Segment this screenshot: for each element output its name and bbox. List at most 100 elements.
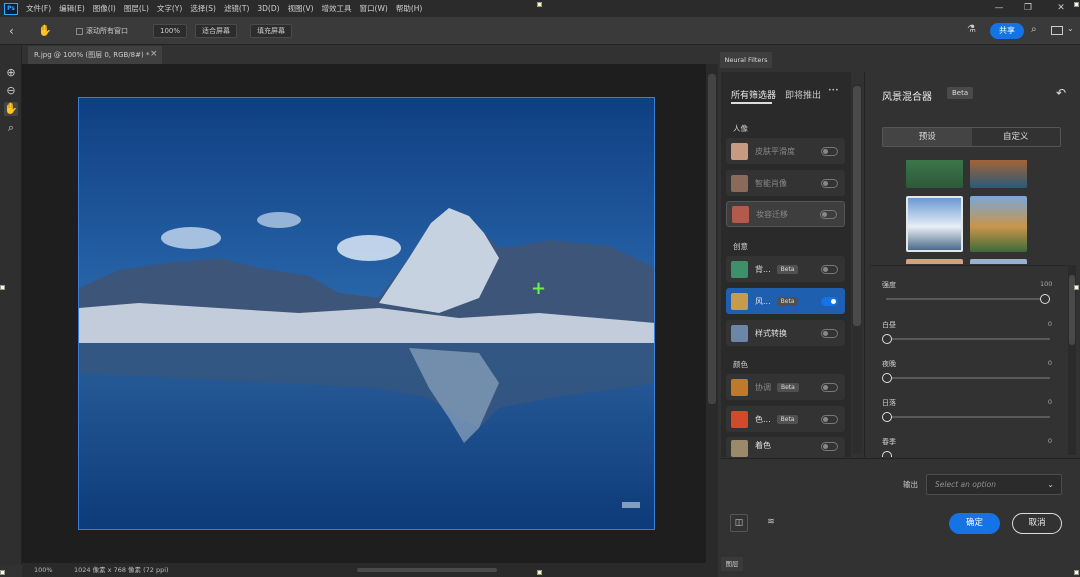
menu-help[interactable]: 帮助(H) [396,3,423,14]
preset-thumb[interactable] [970,196,1027,252]
layers-panel-tab[interactable]: 图层 [721,557,743,571]
color-thumb-icon [731,410,748,428]
filter-makeup-transfer[interactable]: 妆容迁移 [726,201,845,227]
landscape-photo[interactable] [78,97,655,530]
filter-smart-portrait[interactable]: 智能肖像 [726,170,845,196]
slider-knob-strength[interactable] [1040,294,1050,304]
toggle-color-transfer[interactable] [821,414,838,424]
chevron-down-icon[interactable]: ⌄ [1067,24,1077,36]
minimize-button[interactable]: — [992,2,1006,14]
layers-stack-icon[interactable]: ≋ [762,514,780,532]
document-title: R.jpg @ 100% (图层 0, RGB/8#) * [34,51,150,59]
preset-thumb[interactable] [906,160,963,188]
slider-knob-day[interactable] [882,334,892,344]
beta-badge: Beta [776,264,799,274]
preset-thumb[interactable] [906,259,963,264]
document-info: 1024 像素 x 768 像素 (72 ppi) [74,566,169,574]
filter-style-transfer[interactable]: 样式转换 [726,320,845,346]
slider-track-strength[interactable] [886,298,1050,300]
toggle-harmonization[interactable] [821,382,838,392]
slider-track-night[interactable] [886,377,1050,379]
menu-plugins[interactable]: 增效工具 [322,3,352,14]
tab-all-filters[interactable]: 所有筛选器 [731,88,776,101]
fit-screen-button[interactable]: 适合屏幕 [195,24,237,38]
hand-tool-icon: ✋ [38,24,52,37]
menu-3d[interactable]: 3D(D) [257,4,279,13]
toggle-backdrop[interactable] [821,264,838,274]
slider-knob-night[interactable] [882,373,892,383]
filter-backdrop[interactable]: 背... Beta [726,256,845,282]
horizontal-scroll-thumb[interactable] [357,568,497,572]
toggle-makeup-transfer[interactable] [820,209,837,219]
menu-file[interactable]: 文件(F) [26,3,51,14]
close-window-button[interactable]: ✕ [1054,2,1068,14]
slider-track-day[interactable] [886,338,1050,340]
section-color: 颜色 [733,360,748,369]
preset-thumb[interactable] [970,160,1027,188]
hand-icon[interactable]: ✋ [4,102,18,116]
filter-landscape-mixer[interactable]: 风... Beta [726,288,845,314]
filter-list-scroll-thumb[interactable] [853,86,861,326]
title-beta-badge: Beta [947,87,974,99]
toggle-colorize[interactable] [821,442,838,451]
filter-harmonization[interactable]: 协调 Beta [726,374,845,400]
divider [870,265,1068,266]
toggle-landscape-mixer[interactable] [821,296,838,306]
section-creative: 创意 [733,242,748,251]
toggle-skin-smoothing[interactable] [821,146,838,156]
zoom-in-icon[interactable]: ⊕ [4,66,18,80]
menu-image[interactable]: 图像(I) [93,3,116,14]
zoom-100-button[interactable]: 100% [153,24,188,38]
workspace-icon[interactable] [1051,26,1063,35]
beta-badge: Beta [776,296,799,306]
slider-track-sunset[interactable] [886,416,1050,418]
chevron-down-icon: ⌄ [1047,480,1054,489]
menu-window[interactable]: 窗口(W) [360,3,388,14]
tab-custom[interactable]: 自定义 [972,128,1061,146]
output-select[interactable]: Select an option ⌄ [926,474,1062,495]
confirm-button[interactable]: 确定 [949,513,1000,534]
neural-filters-tab[interactable]: Neural Filters [720,52,772,68]
close-tab-icon[interactable]: × [150,49,158,59]
search-icon[interactable]: ⌕ [1031,23,1043,37]
menu-view[interactable]: 视图(V) [288,3,314,14]
filter-skin-smoothing[interactable]: 皮肤平滑度 [726,138,845,164]
tab-coming-soon[interactable]: 即将推出 [785,88,821,101]
canvas-scroll-thumb[interactable] [708,74,716,404]
menu-filter[interactable]: 滤镜(T) [224,3,249,14]
preset-thumb-selected[interactable] [906,196,963,252]
slider-knob-spring[interactable] [882,451,892,457]
toggle-style-transfer[interactable] [821,328,838,338]
frame-handle [537,2,542,7]
menu-type[interactable]: 文字(Y) [157,3,182,14]
zoom-level[interactable]: 100% [34,563,53,577]
magnifier-icon[interactable]: ⌕ [4,121,18,135]
cancel-button[interactable]: 取消 [1012,513,1062,534]
scroll-all-label: 滚动所有窗口 [86,27,128,35]
compare-icon[interactable]: ◫ [730,514,748,532]
scroll-all-checkbox[interactable] [76,28,83,35]
zoom-out-icon[interactable]: ⊖ [4,84,18,98]
back-arrow-icon[interactable]: ‹ [9,24,23,38]
tab-presets[interactable]: 预设 [883,128,972,146]
status-bar: 100% 1024 像素 x 768 像素 (72 ppi) [22,563,718,577]
photoshop-logo-icon: Ps [4,2,18,15]
reset-icon[interactable]: ↶ [1056,86,1066,100]
restore-button[interactable]: ❐ [1021,2,1035,14]
slider-knob-sunset[interactable] [882,412,892,422]
output-label: 输出 [903,480,918,489]
fill-screen-button[interactable]: 填充屏幕 [250,24,292,38]
preset-thumb[interactable] [970,259,1027,264]
frame-handle [1074,570,1079,575]
toggle-smart-portrait[interactable] [821,178,838,188]
active-tab-underline [731,102,772,104]
filter-color-transfer[interactable]: 色... Beta [726,406,845,432]
menu-edit[interactable]: 编辑(E) [59,3,85,14]
share-button[interactable]: 共享 [990,23,1024,39]
filter-colorize[interactable]: 着色 [726,437,845,457]
menu-layer[interactable]: 图层(L) [124,3,149,14]
frame-handle [1074,2,1079,7]
flask-icon[interactable]: ⚗ [967,23,979,37]
menu-select[interactable]: 选择(S) [190,3,216,14]
document-tab[interactable]: R.jpg @ 100% (图层 0, RGB/8#) * [28,46,162,64]
